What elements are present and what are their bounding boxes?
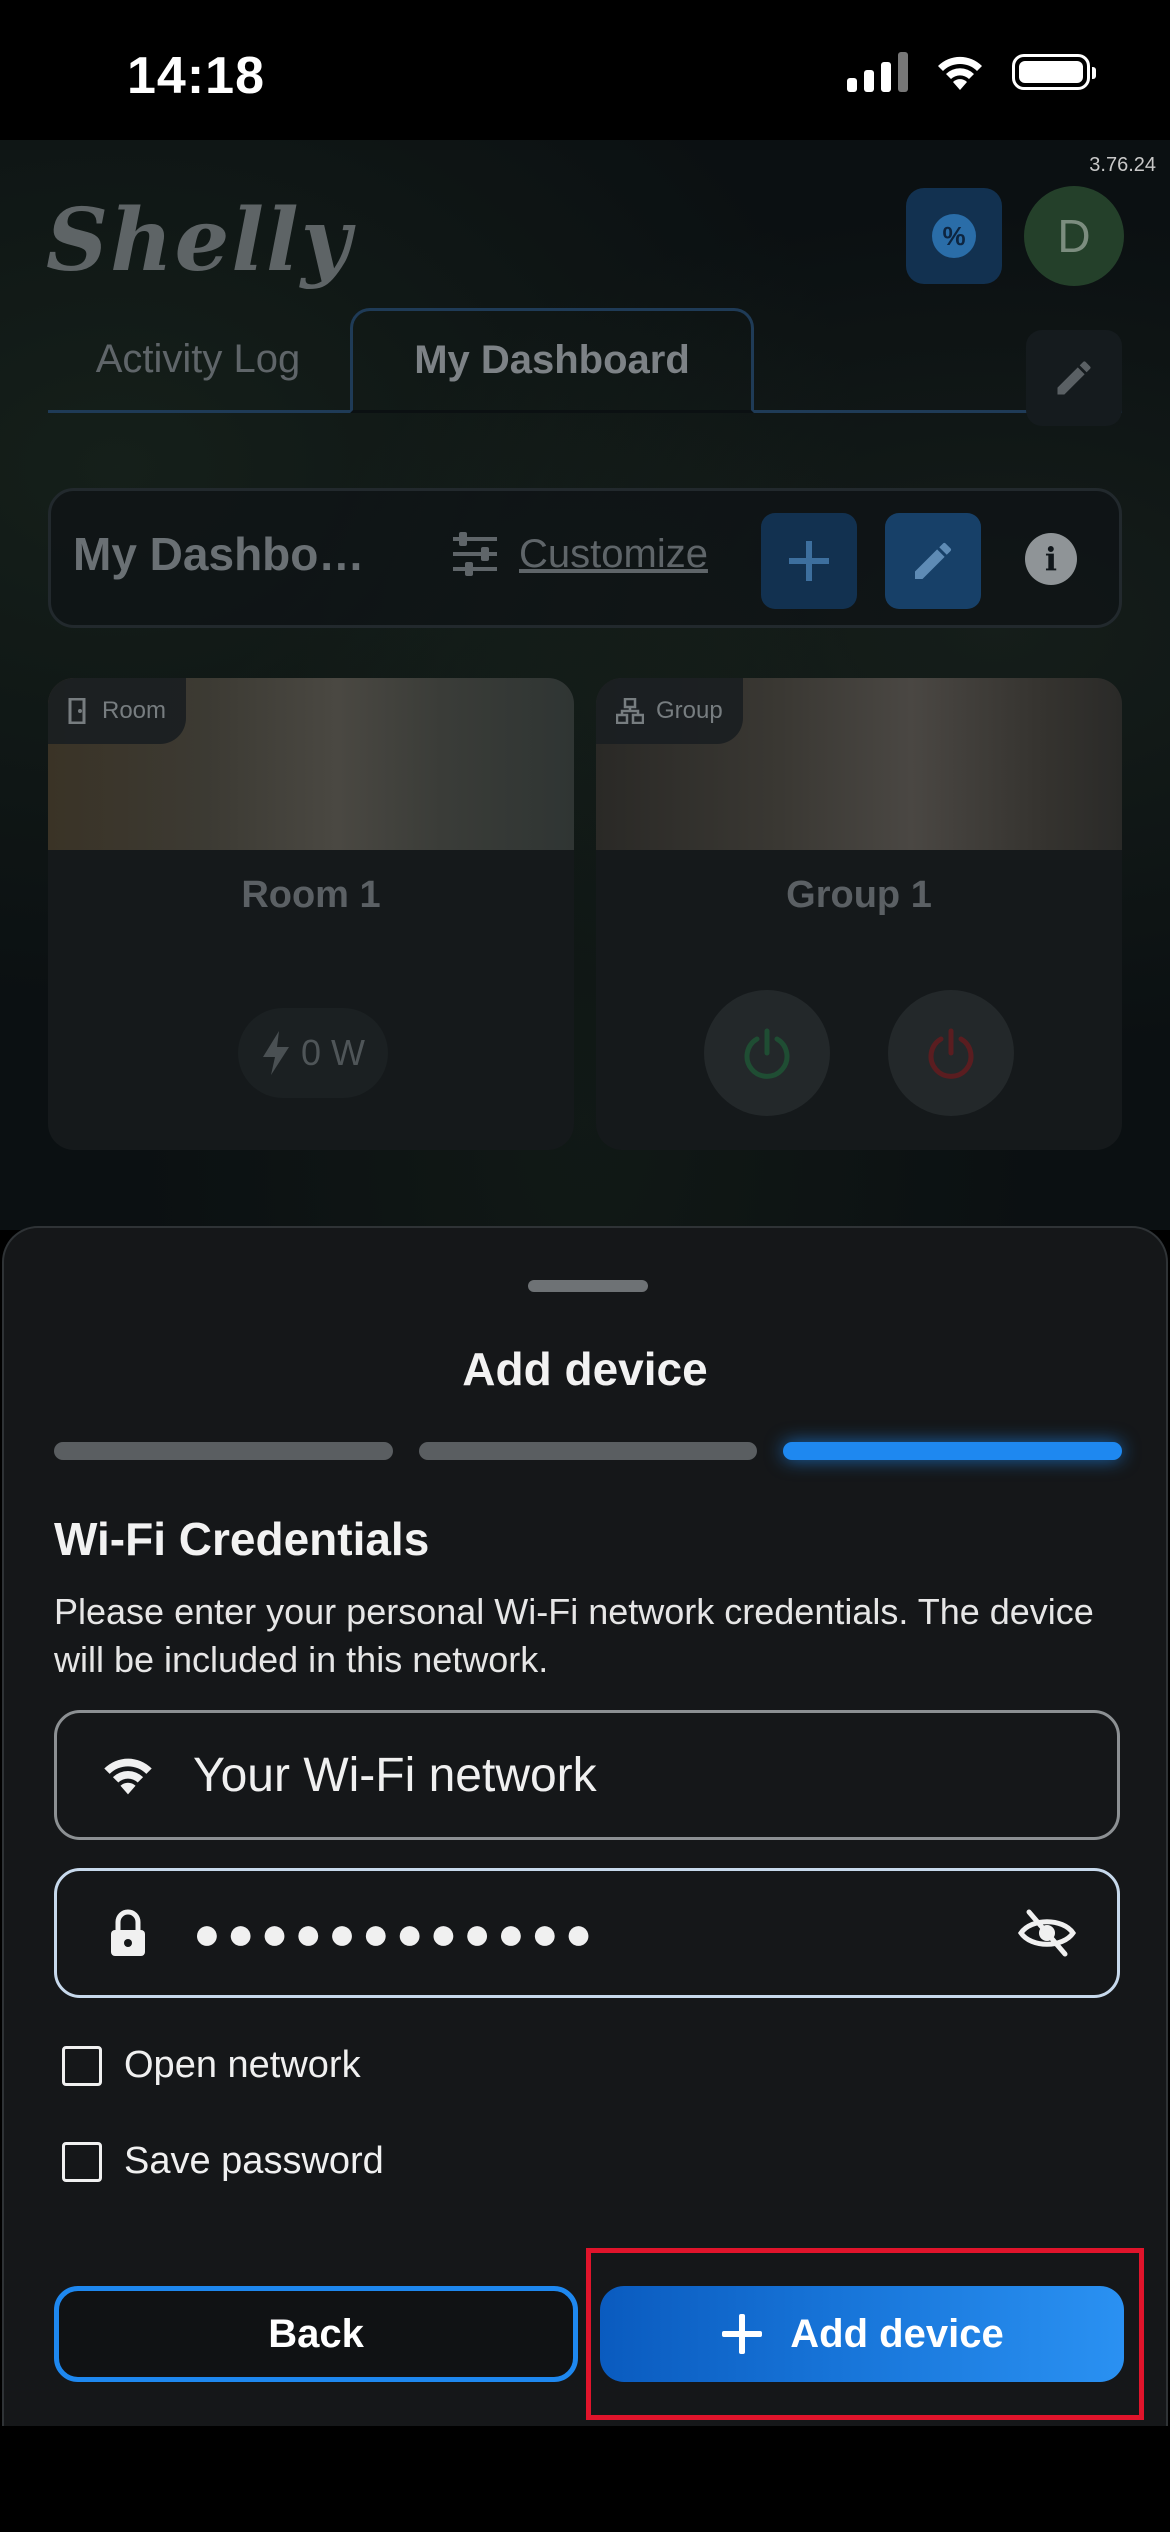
- tab-my-dashboard[interactable]: My Dashboard: [350, 308, 754, 413]
- group-off-button[interactable]: [888, 990, 1014, 1116]
- wifi-network-input[interactable]: [191, 1746, 1117, 1804]
- status-bar: 14:18: [0, 0, 1170, 140]
- step-indicator-2: [418, 1442, 758, 1460]
- sheet-drag-handle[interactable]: [528, 1280, 648, 1292]
- sliders-icon: [453, 532, 497, 576]
- status-time: 14:18: [127, 47, 265, 105]
- open-network-label: Open network: [124, 2044, 361, 2086]
- pencil-icon: [915, 542, 952, 579]
- room-card[interactable]: Room Room 1 0 W: [48, 678, 574, 1150]
- power-readout: 0 W: [238, 1008, 388, 1098]
- edit-tabs-button[interactable]: [1026, 330, 1122, 426]
- section-description: Please enter your personal Wi-Fi network…: [54, 1591, 1094, 1680]
- cellular-signal-icon: [847, 52, 908, 92]
- lightning-icon: [262, 1031, 289, 1075]
- toggle-password-visibility-button[interactable]: [1007, 1893, 1087, 1973]
- group-icon: [616, 698, 644, 724]
- dashboard-tabs: Activity Log My Dashboard: [48, 308, 1122, 413]
- app-background: 3.76.24 Shelly % D Activity Log My Dashb…: [0, 140, 1170, 1230]
- group-card[interactable]: Group Group 1: [596, 678, 1122, 1150]
- open-network-checkbox[interactable]: [62, 2045, 102, 2086]
- step-indicator-1: [54, 1442, 393, 1460]
- step-indicator-3: [783, 1442, 1123, 1460]
- pencil-icon: [1057, 361, 1091, 395]
- add-dashboard-button[interactable]: [761, 513, 857, 609]
- eye-off-icon: [1017, 1909, 1077, 1957]
- wifi-icon: [93, 1753, 163, 1797]
- customize-link[interactable]: Customize: [451, 531, 708, 577]
- door-icon: [68, 698, 86, 724]
- add-device-button[interactable]: Add device: [600, 2286, 1124, 2382]
- step-progress: [54, 1442, 1123, 1460]
- save-password-checkbox[interactable]: [62, 2141, 102, 2182]
- card-title: Group 1: [786, 874, 932, 916]
- card-title: Room 1: [241, 874, 381, 916]
- shelly-logo: Shelly: [46, 190, 353, 291]
- wifi-network-field[interactable]: [54, 1710, 1120, 1840]
- card-tag: Room: [48, 678, 187, 744]
- password-field[interactable]: [54, 1868, 1120, 1998]
- add-device-label: Add device: [790, 2311, 1004, 2356]
- app-version: 3.76.24: [1089, 154, 1156, 176]
- group-on-button[interactable]: [704, 990, 830, 1116]
- avatar[interactable]: D: [1024, 186, 1124, 286]
- save-password-option[interactable]: Save password: [62, 2140, 384, 2183]
- plus-icon: [722, 2314, 763, 2354]
- edit-dashboard-button[interactable]: [885, 513, 981, 609]
- power-on-icon: [744, 1028, 790, 1079]
- customize-label: Customize: [519, 531, 708, 576]
- open-network-option[interactable]: Open network: [62, 2044, 361, 2087]
- section-title: Wi-Fi Credentials: [54, 1513, 430, 1565]
- sheet-title: Add device: [462, 1343, 708, 1395]
- dashboard-bar: My Dashbo… Customize i: [48, 488, 1122, 628]
- wifi-icon: [938, 56, 982, 90]
- battery-icon: [1012, 54, 1096, 90]
- save-password-label: Save password: [124, 2140, 384, 2182]
- add-device-sheet: Add device Wi-Fi Credentials Please ente…: [2, 1226, 1168, 2426]
- tab-activity-log[interactable]: Activity Log: [48, 308, 348, 410]
- plus-icon: [789, 541, 829, 581]
- power-off-icon: [928, 1028, 974, 1079]
- lock-icon: [93, 1908, 163, 1958]
- password-input[interactable]: [191, 1905, 1007, 1961]
- percent-badge-icon: %: [932, 214, 976, 258]
- back-button[interactable]: Back: [54, 2286, 578, 2382]
- offers-button[interactable]: %: [906, 188, 1002, 284]
- dashboard-name: My Dashbo…: [73, 528, 365, 580]
- info-icon[interactable]: i: [1025, 533, 1077, 585]
- status-icons: [847, 52, 1096, 92]
- card-tag: Group: [596, 678, 743, 744]
- home-indicator-area: [0, 2426, 1170, 2532]
